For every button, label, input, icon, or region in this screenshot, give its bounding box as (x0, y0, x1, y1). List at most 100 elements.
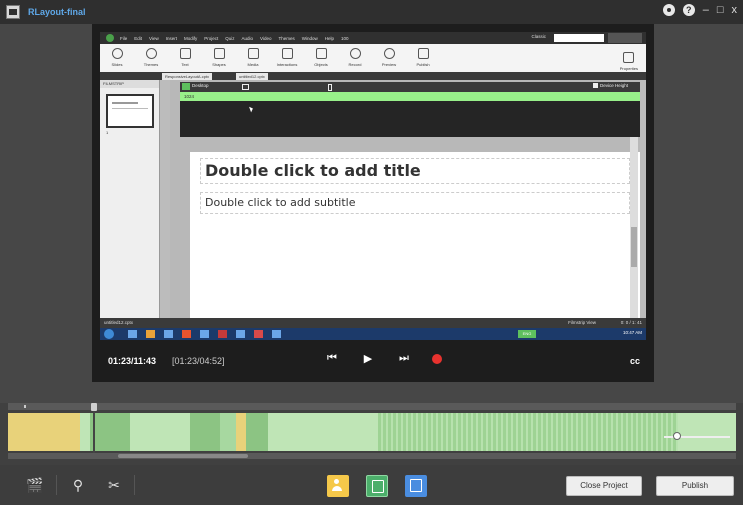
ribbon-label: Interactions (276, 62, 298, 67)
recorded-doc-tab: ResponsiveLayoutA.cptx (162, 73, 213, 80)
current-timecode: 01:23/11:43 (108, 356, 157, 366)
record-icon[interactable] (432, 353, 442, 364)
recorded-app-logo-icon (106, 34, 114, 42)
recorded-menu-item: Insert (165, 35, 177, 41)
ribbon-properties: Properties (620, 48, 638, 71)
track-segment[interactable] (236, 413, 246, 451)
device-height-checkbox: Device Height (593, 83, 628, 88)
clapperboard-icon[interactable]: 🎬 (26, 477, 43, 493)
layout-mode-button[interactable] (405, 475, 427, 497)
recorded-menu-item: Themes (278, 35, 295, 41)
play-icon[interactable]: ▶ (360, 352, 376, 365)
track-segment[interactable] (190, 413, 220, 451)
taskbar-app-icon (272, 330, 281, 338)
recorded-menu-item: File (120, 35, 128, 41)
track-segment[interactable] (678, 413, 736, 451)
transport-controls: ⏮ ▶ ⏭ (324, 352, 442, 365)
app-logo-icon (6, 5, 20, 19)
stage-scrollbar (630, 137, 638, 318)
tray-badge: ENG (518, 330, 536, 338)
maximize-button[interactable]: □ (717, 4, 724, 16)
playback-bar: 01:23/11:43 [01:23/04:52] ⏮ ▶ ⏭ cc (92, 340, 654, 382)
recorded-filmstrip: FILMSTRIP 1 (100, 80, 160, 318)
timeline-scroll-thumb[interactable] (118, 454, 248, 458)
ribbon-objects: Objects (310, 44, 332, 67)
recorded-workspace-label: Classic (531, 34, 546, 39)
recorded-menu-item: Video (260, 35, 272, 41)
recorded-menu-item: Audio (241, 35, 254, 41)
playhead-handle[interactable] (90, 403, 97, 411)
close-button[interactable]: x (732, 4, 738, 16)
ribbon-label: Text (181, 62, 189, 67)
recording-editor-app: RLayout-final ? – □ x File Edit View Ins… (0, 0, 743, 505)
closed-captions-button[interactable]: cc (630, 356, 640, 366)
segment-timecode: [01:23/04:52] (172, 356, 225, 366)
timeline-ruler[interactable] (8, 403, 736, 410)
objects-icon (315, 48, 327, 59)
desktop-device-icon (182, 83, 190, 90)
slide-mode-button[interactable] (366, 475, 388, 497)
ribbon-label: Media (247, 62, 259, 67)
actor-mode-button[interactable] (327, 475, 349, 497)
window-controls: ? – □ x (662, 4, 738, 16)
recorded-menu-item: Edit (134, 35, 143, 41)
track-segment[interactable] (268, 413, 378, 451)
video-preview[interactable]: File Edit View Insert Modify Project Qui… (92, 24, 654, 382)
toolbar-divider (134, 475, 135, 495)
taskbar-app-icon (218, 330, 227, 338)
ruler-marker (24, 405, 26, 408)
interactions-icon (281, 48, 293, 59)
device-label: Desktop (192, 83, 209, 88)
bottom-toolbar: 🎬 ⚲ ✂ Close Project Publish (0, 465, 743, 505)
marker-tool-icon[interactable]: ⚲ (70, 477, 86, 493)
recorded-menu-item: View (149, 35, 159, 41)
taskbar-app-icon (200, 330, 209, 338)
breakpoint-bar: 1024 (180, 92, 640, 101)
shapes-icon (213, 48, 225, 59)
track-segment[interactable] (8, 413, 80, 451)
recorded-menu-item: Window (301, 35, 318, 41)
start-button-icon (104, 329, 114, 339)
recorded-zoom-value: 100 (341, 35, 349, 41)
timeline-scrollbar[interactable] (8, 453, 736, 459)
recorded-menu-item: Modify (183, 35, 198, 41)
skip-back-icon[interactable]: ⏮ (324, 352, 340, 365)
playhead-line (92, 411, 95, 457)
title-bar: RLayout-final ? – □ x (0, 0, 743, 24)
status-dimensions: 0: 0 / 1: 41 (620, 320, 642, 325)
taskbar-app-icon (164, 330, 173, 338)
mobile-device-icon (328, 84, 332, 91)
ribbon-preview: Preview (378, 44, 400, 67)
timeline[interactable] (0, 403, 743, 465)
ribbon-publish: Publish (412, 44, 434, 67)
publish-button[interactable]: Publish (656, 476, 734, 496)
track-segment[interactable] (130, 413, 190, 451)
scissors-icon[interactable]: ✂ (106, 477, 122, 493)
ribbon-label: Themes (143, 62, 159, 67)
slide-mode-icon (372, 480, 384, 493)
recorded-window-buttons (608, 33, 642, 43)
settings-gear-icon[interactable] (662, 4, 675, 16)
help-icon[interactable]: ? (682, 4, 695, 16)
skip-forward-icon[interactable]: ⏭ (396, 352, 412, 365)
slide-title-placeholder: Double click to add title (200, 158, 630, 184)
ribbon-label: Shapes (212, 62, 226, 67)
track-segment[interactable] (378, 413, 678, 451)
track-segment[interactable] (90, 413, 130, 451)
recorded-taskbar: ENG 10:47 AM (100, 328, 646, 340)
track-segment[interactable] (80, 413, 90, 451)
slide-canvas: Double click to add title Double click t… (190, 152, 640, 318)
slide-thumbnail (106, 94, 154, 128)
ribbon-shapes: Shapes (208, 44, 230, 67)
ribbon-label: Properties (619, 66, 638, 71)
minimize-button[interactable]: – (703, 4, 709, 16)
ribbon-media: Media (242, 44, 264, 67)
ribbon-label: Preview (381, 62, 397, 67)
recorded-search-box (554, 34, 604, 42)
tray-clock: 10:47 AM (622, 330, 642, 335)
video-track[interactable] (8, 413, 736, 451)
track-segment[interactable] (246, 413, 268, 451)
close-project-button[interactable]: Close Project (566, 476, 642, 496)
recorded-status-bar: untitled12.cptx Filmstrip View 0: 0 / 1:… (100, 318, 646, 328)
recorded-stage: Desktop Device Height 1024 Double click … (170, 80, 640, 318)
